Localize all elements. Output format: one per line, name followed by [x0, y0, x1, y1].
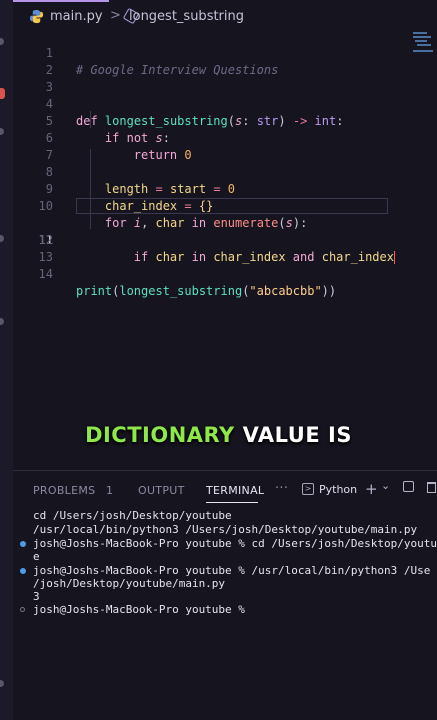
panel-divider[interactable] [13, 470, 437, 471]
account-icon[interactable] [0, 680, 4, 687]
code-line: 5 if not s: [13, 96, 437, 145]
python-icon [29, 9, 44, 24]
code-line: 12 [13, 215, 437, 247]
code-line: 4 def longest_substring(s: str) -> int: [13, 79, 437, 128]
command-status-icon[interactable] [20, 568, 26, 574]
terminal-line: 3 [33, 590, 40, 603]
tab-problems[interactable]: PROBLEMS [33, 484, 95, 497]
current-line-highlight [76, 198, 388, 214]
notification-badge[interactable] [0, 88, 5, 99]
terminal-profile-label: Python [319, 483, 358, 496]
terminal-line: /usr/local/bin/python3 /Users/josh/Deskt… [33, 523, 418, 536]
code-line: 2 [13, 45, 437, 77]
code-line: 8 length = start = 0 [13, 147, 437, 196]
code-line: 10 for i, char in enumerate(s): [13, 181, 437, 230]
split-terminal-icon[interactable] [403, 481, 414, 492]
code-line: 6 return 0 [13, 113, 437, 162]
search-icon[interactable] [0, 128, 4, 135]
video-caption: DICTIONARY VALUE IS [0, 423, 437, 447]
terminal-line: /josh/Desktop/youtube/main.py [33, 577, 226, 590]
more-actions-button[interactable]: ··· [275, 481, 288, 496]
caption-text: VALUE IS [242, 423, 352, 447]
code-line: 1 # Google Interview Questions [13, 28, 437, 77]
active-tab-underline [206, 502, 258, 503]
command-status-icon[interactable] [20, 541, 26, 547]
code-editor[interactable]: 1 # Google Interview Questions 2 3 4 def… [13, 30, 437, 465]
breadcrumb-separator: > [110, 8, 121, 23]
code-line: 13 [13, 232, 437, 264]
tab-terminal[interactable]: TERMINAL [206, 484, 264, 497]
code-line-active: 11 if char in char_index and char_index [13, 198, 437, 264]
active-tab-indicator [13, 0, 109, 2]
caption-highlight: DICTIONARY [85, 423, 235, 447]
trash-icon[interactable] [427, 482, 436, 493]
terminal-line: e [33, 550, 40, 563]
terminal-line: josh@Joshs-MacBook-Pro youtube % cd /Use… [33, 537, 437, 550]
breadcrumb-symbol[interactable]: longest_substring [129, 9, 244, 24]
terminal-icon: > [302, 483, 314, 495]
tab-output[interactable]: OUTPUT [138, 484, 185, 497]
activity-bar [0, 0, 13, 720]
code-line: 7 [13, 130, 437, 162]
terminal-prompt[interactable]: josh@Joshs-MacBook-Pro youtube % [33, 603, 252, 616]
line-number: 14 [38, 267, 53, 281]
terminal-line: josh@Joshs-MacBook-Pro youtube % /usr/lo… [33, 564, 431, 577]
explorer-icon[interactable] [0, 38, 4, 45]
code-line: 14 print(longest_substring("abcabcbb")) [13, 249, 437, 298]
panel-tab-bar: PROBLEMS 1 OUTPUT TERMINAL ··· > Python … [13, 478, 437, 504]
code-line: 9 char_index = {} [13, 164, 437, 213]
terminal-line: cd /Users/josh/Desktop/youtube [33, 509, 232, 522]
code-line: 3 [13, 62, 437, 94]
source-control-icon[interactable] [0, 235, 4, 242]
problems-count-badge: 1 [106, 484, 114, 497]
chevron-down-icon[interactable]: ⌄ [381, 479, 390, 492]
command-status-icon[interactable] [20, 607, 25, 612]
breadcrumb-file[interactable]: main.py [50, 9, 103, 24]
new-terminal-button[interactable]: + [365, 480, 378, 498]
extensions-icon[interactable] [0, 318, 4, 325]
